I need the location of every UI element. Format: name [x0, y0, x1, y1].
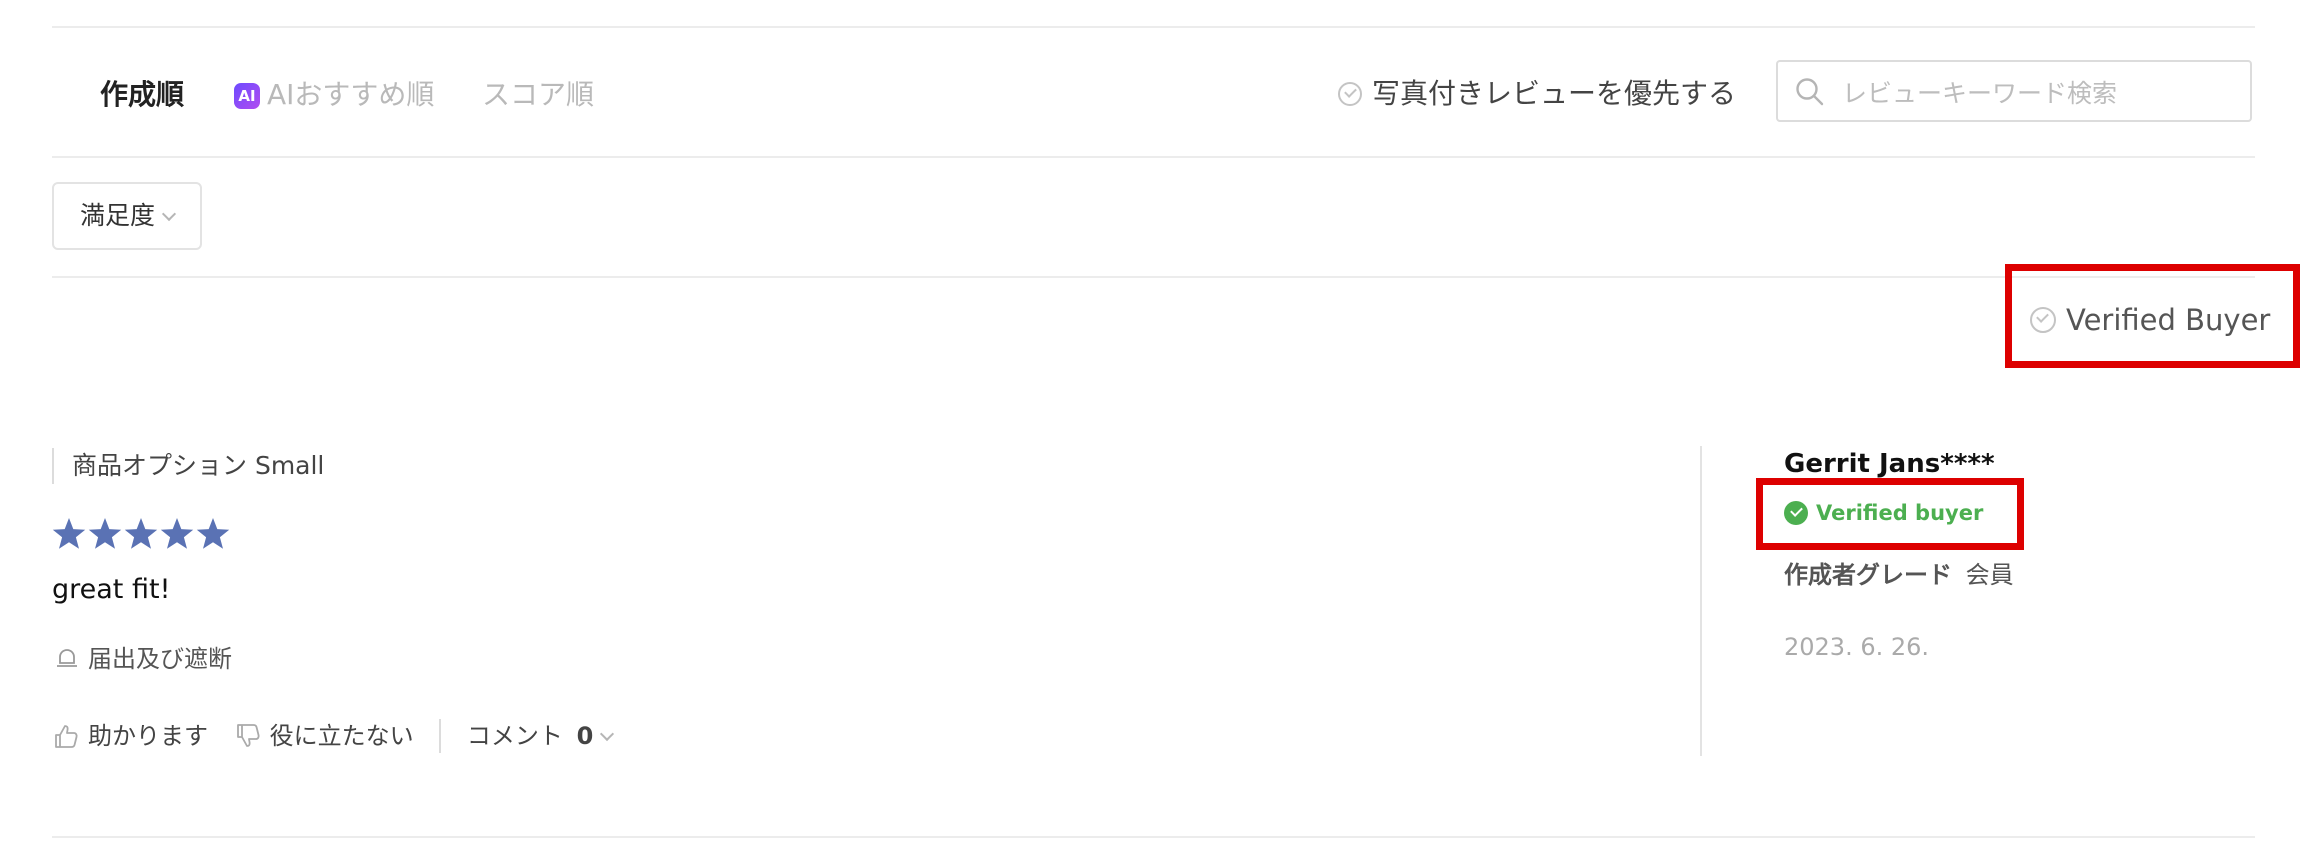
search-icon — [1796, 78, 1824, 106]
author-name: Gerrit Jans**** — [1784, 449, 1995, 479]
divider — [52, 276, 2255, 278]
bell-icon — [57, 649, 77, 667]
comment-count: 0 — [576, 722, 594, 750]
star-icon — [124, 518, 158, 549]
bottom-divider — [52, 836, 2255, 838]
not-helpful-button[interactable]: 役に立たない — [234, 716, 414, 756]
star-icon — [52, 518, 86, 549]
satisfaction-filter-dropdown[interactable]: 満足度 — [52, 182, 202, 250]
chevron-down-icon — [161, 206, 177, 222]
search-input[interactable] — [1840, 72, 2244, 114]
tab-label: スコア順 — [482, 78, 595, 111]
review-text: great fit! — [52, 574, 171, 605]
tab-label: AIおすすめ順 — [267, 78, 435, 111]
author-grade-label: 作成者グレード — [1784, 561, 1952, 589]
rating-stars — [52, 518, 230, 549]
author-grade: 作成者グレード 会員 — [1784, 558, 2014, 592]
report-label: 届出及び遮断 — [88, 645, 232, 673]
thumbs-down-icon — [236, 724, 260, 747]
highlight-box-verified-filter — [2005, 264, 2300, 368]
review-date: 2023. 6. 26. — [1784, 633, 1930, 661]
column-divider — [1700, 446, 1702, 756]
photo-review-priority-toggle[interactable]: 写真付きレビューを優先する — [1338, 75, 1736, 113]
review-actions: 助かります 役に立たない コメント 0 — [52, 716, 615, 756]
helpful-label: 助かります — [88, 722, 208, 750]
star-icon — [196, 518, 230, 549]
tab-sort-ai-recommended[interactable]: AI AIおすすめ順 — [234, 77, 434, 113]
separator — [439, 719, 442, 753]
ai-icon: AI — [234, 83, 260, 109]
star-icon — [88, 518, 122, 549]
tab-sort-newest[interactable]: 作成順 — [100, 77, 184, 113]
tab-sort-score[interactable]: スコア順 — [482, 77, 594, 113]
thumbs-up-icon — [55, 725, 78, 748]
satisfaction-filter-label: 満足度 — [80, 201, 156, 230]
not-helpful-label: 役に立たない — [269, 722, 414, 750]
product-option: 商品オプション Small — [52, 448, 324, 484]
comment-label: コメント — [466, 722, 563, 750]
divider — [52, 156, 2255, 158]
chevron-down-icon — [600, 726, 615, 742]
helpful-button[interactable]: 助かります — [52, 716, 208, 756]
author-grade-value: 会員 — [1965, 561, 2014, 589]
check-circle-icon — [1338, 82, 1362, 106]
photo-review-priority-label: 写真付きレビューを優先する — [1372, 77, 1737, 110]
star-icon — [160, 518, 194, 549]
highlight-box-verified-badge — [1756, 478, 2024, 550]
comment-toggle[interactable]: コメント 0 — [466, 716, 615, 756]
top-divider — [52, 26, 2255, 28]
tab-label: 作成順 — [100, 78, 185, 111]
review-search-box — [1776, 60, 2252, 122]
report-block-link[interactable]: 届出及び遮断 — [54, 642, 232, 676]
